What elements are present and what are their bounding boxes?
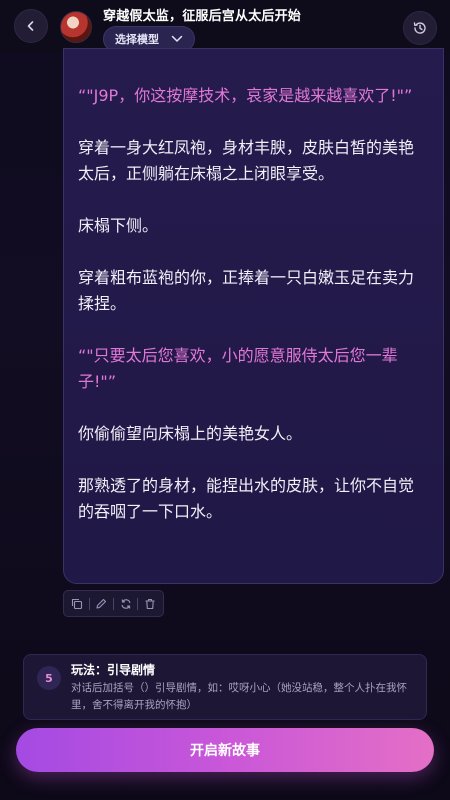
regenerate-button[interactable] bbox=[118, 596, 134, 612]
delete-button[interactable] bbox=[142, 596, 158, 612]
avatar[interactable] bbox=[60, 11, 92, 43]
tip-description: 对话后加括号（）引导剧情，如：哎呀小心（她没站稳，整个人扑在我怀里，舍不得离开我… bbox=[71, 682, 407, 711]
history-icon bbox=[413, 22, 426, 34]
message-action-bar bbox=[63, 590, 164, 617]
copy-button[interactable] bbox=[69, 596, 85, 612]
chevron-left-icon bbox=[27, 21, 34, 31]
divider bbox=[112, 597, 114, 610]
page-title: 穿越假太监，征服后宫从太后开始 bbox=[103, 9, 302, 24]
copy-icon bbox=[71, 598, 82, 609]
message-paragraph: 床榻下侧。 bbox=[78, 216, 159, 235]
message-paragraph: 你偷偷望向床榻上的美艳女人。 bbox=[78, 424, 303, 443]
ai-message-bubble: “"J9P，你这按摩技术，哀家是越来越喜欢了!"” 穿着一身大红凤袍，身材丰腴，… bbox=[63, 48, 444, 584]
edit-icon bbox=[96, 598, 107, 609]
start-new-story-button[interactable]: 开启新故事 bbox=[16, 728, 434, 772]
edit-button[interactable] bbox=[93, 596, 109, 612]
tip-number-badge: 5 bbox=[37, 666, 61, 690]
trash-icon bbox=[145, 598, 155, 609]
refresh-icon bbox=[121, 598, 131, 609]
history-button[interactable] bbox=[403, 11, 437, 45]
top-bar: 穿越假太监，征服后宫从太后开始 选择模型 bbox=[0, 0, 450, 54]
gameplay-tip-card: 5 玩法：引导剧情 对话后加括号（）引导剧情，如：哎呀小心（她没站稳，整个人扑在… bbox=[23, 654, 427, 720]
tip-title: 玩法：引导剧情 bbox=[71, 663, 156, 677]
message-paragraph: 那熟透了的身材，能捏出水的皮肤，让你不自觉的吞咽了一下口水。 bbox=[78, 476, 415, 521]
divider bbox=[137, 597, 139, 610]
chevron-down-icon bbox=[171, 35, 183, 42]
message-paragraph: “"J9P，你这按摩技术，哀家是越来越喜欢了!"” bbox=[78, 86, 413, 105]
message-paragraph: 穿着一身大红凤袍，身材丰腴，皮肤白皙的美艳太后，正侧躺在床榻之上闭眼享受。 bbox=[78, 138, 415, 183]
back-button[interactable] bbox=[14, 9, 48, 43]
model-select-label: 选择模型 bbox=[115, 33, 159, 46]
message-paragraph: “"只要太后您喜欢，小的愿意服侍太后您一辈子!"” bbox=[78, 346, 398, 391]
divider bbox=[88, 597, 90, 610]
message-paragraph: 穿着粗布蓝袍的你，正捧着一只白嫩玉足在卖力揉捏。 bbox=[78, 268, 415, 313]
